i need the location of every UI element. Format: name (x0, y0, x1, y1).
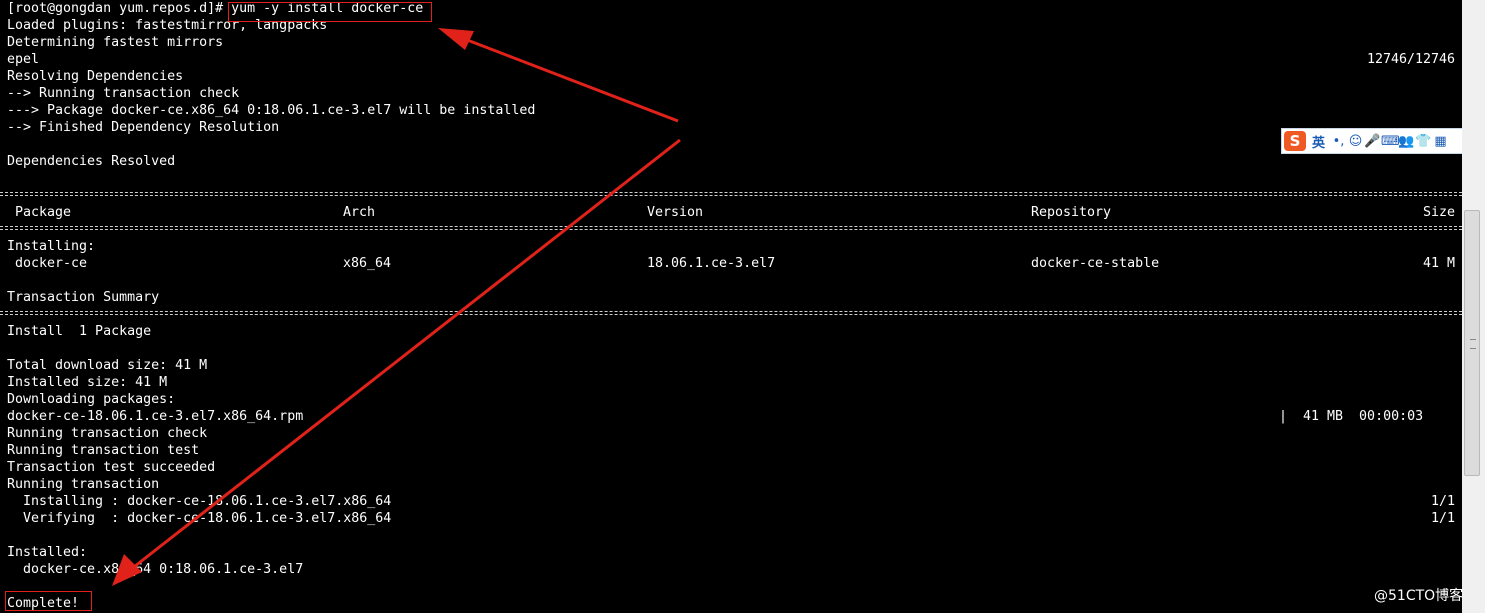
row-repository: docker-ce-stable (1031, 256, 1160, 271)
installing-step: Installing : docker-ce-18.06.1.ce-3.el7.… (7, 494, 392, 509)
header-repository: Repository (1031, 205, 1112, 220)
separator-line (0, 226, 1462, 230)
rpm-stats: | 41 MB 00:00:03 (1279, 409, 1424, 424)
output-line: Running transaction (7, 477, 160, 492)
installing-count: 1/1 (1430, 494, 1455, 509)
repo-progress: 12746/12746 (1366, 52, 1455, 67)
output-line: Running transaction check (7, 426, 208, 441)
installed-label: Installed: (7, 545, 88, 560)
complete-highlight-box (5, 591, 92, 611)
command-highlight-box (228, 2, 432, 22)
emoji-icon[interactable]: ☺ (1347, 134, 1364, 149)
output-line: Transaction Summary (7, 290, 160, 305)
output-line: Downloading packages: (7, 392, 176, 407)
punctuation-icon[interactable]: •, (1330, 134, 1347, 149)
ime-toolbar[interactable]: S 英 •, ☺ 🎤 ⌨ 👥 👕 ▦ (1281, 128, 1485, 154)
output-line: Install 1 Package (7, 324, 152, 339)
toolbox-icon[interactable]: ▦ (1432, 134, 1449, 149)
rpm-file: docker-ce-18.06.1.ce-3.el7.x86_64.rpm (7, 409, 304, 424)
installing-label: Installing: (7, 239, 96, 254)
users-icon[interactable]: 👥 (1398, 134, 1415, 149)
skin-icon[interactable]: 👕 (1415, 134, 1432, 149)
microphone-icon[interactable]: 🎤 (1364, 134, 1381, 149)
terminal-window[interactable]: [root@gongdan yum.repos.d]# yum -y insta… (0, 0, 1462, 613)
row-package: docker-ce (15, 256, 88, 271)
input-mode-toggle[interactable]: 英 (1312, 132, 1330, 151)
shell-prompt: [root@gongdan yum.repos.d]# (7, 1, 232, 16)
scrollbar-thumb[interactable] (1464, 210, 1480, 476)
row-size: 41 M (1422, 256, 1455, 271)
verifying-count: 1/1 (1430, 511, 1455, 526)
output-line: Resolving Dependencies (7, 69, 184, 84)
header-version: Version (647, 205, 704, 220)
output-line: Transaction test succeeded (7, 460, 216, 475)
row-arch: x86_64 (343, 256, 392, 271)
output-line: Running transaction test (7, 443, 200, 458)
row-version: 18.06.1.ce-3.el7 (647, 256, 776, 271)
separator-line (0, 311, 1462, 315)
installed-package: docker-ce.x86_64 0:18.06.1.ce-3.el7 (7, 562, 304, 577)
output-line: Determining fastest mirrors (7, 35, 224, 50)
header-package: Package (15, 205, 72, 220)
repo-name: epel (7, 52, 40, 67)
header-arch: Arch (343, 205, 376, 220)
output-line: Dependencies Resolved (7, 154, 176, 169)
output-line: --> Running transaction check (7, 86, 240, 101)
output-line: Installed size: 41 M (7, 375, 168, 390)
header-size: Size (1422, 205, 1455, 220)
vertical-scrollbar[interactable] (1462, 0, 1485, 613)
output-line: --> Finished Dependency Resolution (7, 120, 280, 135)
verifying-step: Verifying : docker-ce-18.06.1.ce-3.el7.x… (7, 511, 392, 526)
output-line: Total download size: 41 M (7, 358, 208, 373)
sogou-logo-icon[interactable]: S (1284, 131, 1306, 151)
watermark: @51CTO博客 (1374, 588, 1464, 604)
scrollbar-grip-icon (1470, 339, 1476, 349)
keyboard-icon[interactable]: ⌨ (1381, 134, 1400, 149)
output-line: ---> Package docker-ce.x86_64 0:18.06.1.… (7, 103, 536, 118)
separator-line (0, 192, 1462, 196)
